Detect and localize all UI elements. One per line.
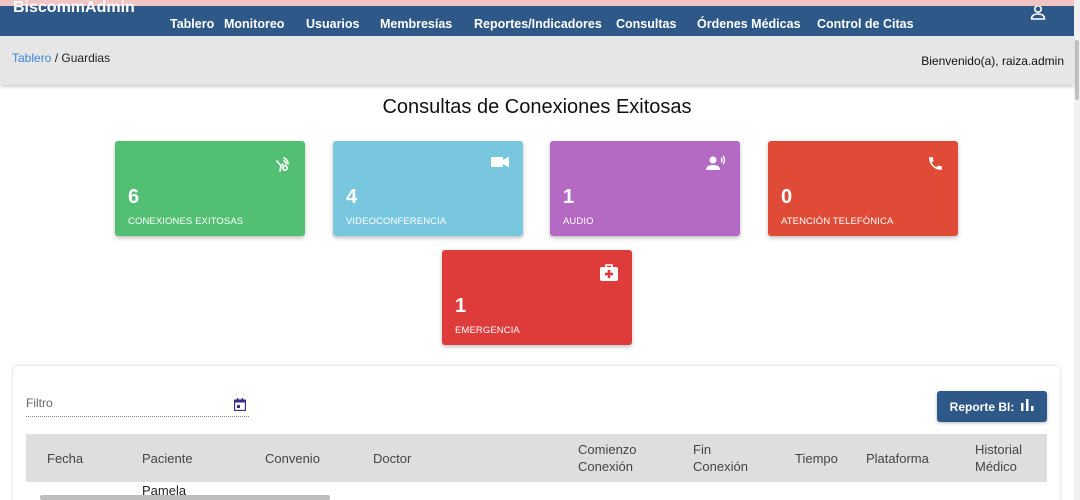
top-navbar: BiscommAdmin Tablero Monitoreo Usuarios … [0,0,1074,36]
scrollbar-thumb[interactable] [1075,40,1079,100]
card-label: EMERGENCIA [455,325,520,336]
report-bi-label: Reporte BI: [949,399,1015,414]
nav-item-consultas[interactable]: Consultas [616,17,676,31]
col-header-comienzo-conexion[interactable]: Comienzo Conexión [578,441,637,475]
nav-item-ordenes-medicas[interactable]: Órdenes Médicas [697,17,801,31]
app-brand[interactable]: BiscommAdmin [13,0,135,16]
col-header-historial-medico[interactable]: Historial Médico [975,441,1022,475]
filter-input[interactable] [26,395,216,411]
card-label: CONEXIONES EXITOSAS [128,216,244,227]
col-header-line: Médico [975,459,1017,474]
stat-card-atencion-telefonica[interactable]: 0 ATENCIÓN TELEFÓNICA [768,141,958,236]
card-count: 4 [346,186,358,208]
card-count: 6 [128,186,140,208]
col-header-convenio[interactable]: Convenio [265,450,320,467]
nav-item-tablero[interactable]: Tablero [170,17,214,31]
col-header-fecha[interactable]: Fecha [47,450,83,467]
breadcrumb-current: Guardias [61,51,111,65]
stat-card-videoconferencia[interactable]: 4 VIDEOCONFERENCIA [333,141,523,236]
col-header-paciente[interactable]: Paciente [142,450,193,467]
breadcrumb-separator: / [54,51,59,65]
col-header-line: Conexión [578,459,633,474]
filter-field[interactable] [26,394,249,417]
vertical-scrollbar[interactable] [1074,0,1080,500]
account-icon[interactable] [1030,4,1046,25]
col-header-line: Fin [693,442,712,457]
bar-chart-icon [1021,399,1034,414]
card-label: VIDEOCONFERENCIA [346,216,447,227]
videocam-icon [491,155,509,173]
table-header: Fecha Paciente Convenio Doctor Comienzo … [26,434,1047,482]
card-count: 0 [781,186,793,208]
col-header-fin-conexion[interactable]: Fin Conexión [693,441,748,475]
col-header-line: Historial [975,442,1022,457]
horizontal-scrollbar[interactable] [40,495,330,500]
breadcrumb-link-tablero[interactable]: Tablero [12,51,51,65]
medical-bag-icon [600,264,618,286]
col-header-line: Comienzo [578,442,637,457]
col-header-plataforma[interactable]: Plataforma [866,450,929,467]
welcome-message: Bienvenido(a), raiza.admin [921,54,1064,68]
nav-item-usuarios[interactable]: Usuarios [306,17,360,31]
phone-icon [927,155,944,177]
sub-header: Tablero / Guardias Bienvenido(a), raiza.… [0,36,1074,85]
col-header-line: Conexión [693,459,748,474]
nav-item-membresias[interactable]: Membresías [380,17,452,31]
page-title: Consultas de Conexiones Exitosas [382,96,692,118]
touch-connect-icon [271,155,291,178]
nav-item-reportes[interactable]: Reportes/Indicadores [474,17,602,31]
stat-card-conexiones-exitosas[interactable]: 6 CONEXIONES EXITOSAS [115,141,305,236]
nav-item-monitoreo[interactable]: Monitoreo [224,17,284,31]
results-panel: Reporte BI: Fecha Paciente Convenio Doct… [13,366,1060,500]
card-label: ATENCIÓN TELEFÓNICA [781,216,894,227]
card-count: 1 [455,295,467,317]
card-label: AUDIO [563,216,594,227]
stat-card-audio[interactable]: 1 AUDIO [550,141,740,236]
breadcrumb: Tablero / Guardias [12,51,110,65]
voice-person-icon [706,155,726,176]
stat-card-emergencia[interactable]: 1 EMERGENCIA [442,250,632,345]
report-bi-button[interactable]: Reporte BI: [937,391,1047,422]
card-count: 1 [563,186,575,208]
calendar-icon[interactable] [233,398,247,416]
col-header-doctor[interactable]: Doctor [373,450,411,467]
col-header-tiempo[interactable]: Tiempo [795,450,838,467]
nav-item-control-citas[interactable]: Control de Citas [817,17,914,31]
